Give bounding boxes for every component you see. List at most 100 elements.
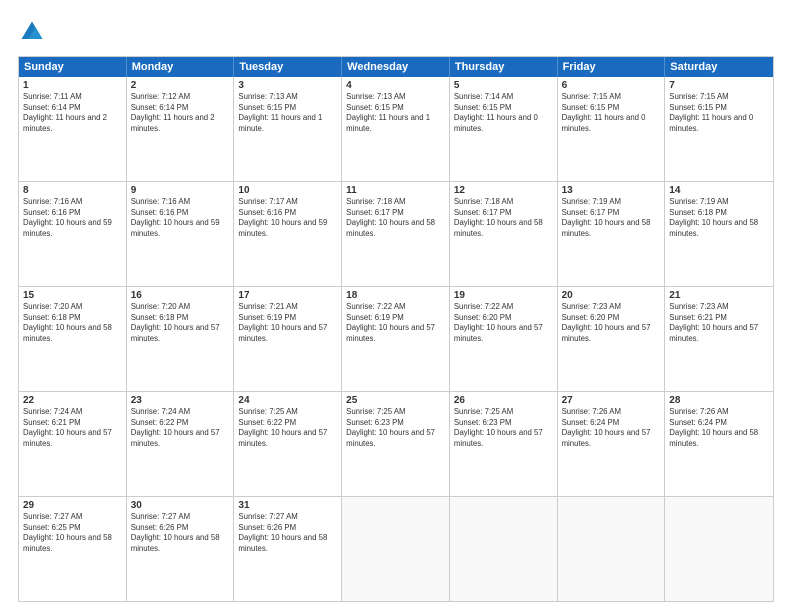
header-day-friday: Friday	[558, 57, 666, 77]
calendar-cell: 28Sunrise: 7:26 AMSunset: 6:24 PMDayligh…	[665, 392, 773, 496]
calendar-cell	[450, 497, 558, 601]
day-number: 2	[131, 80, 230, 91]
calendar-cell: 7Sunrise: 7:15 AMSunset: 6:15 PMDaylight…	[665, 77, 773, 181]
day-details: Sunrise: 7:25 AMSunset: 6:23 PMDaylight:…	[454, 407, 553, 449]
day-number: 1	[23, 80, 122, 91]
calendar-cell: 20Sunrise: 7:23 AMSunset: 6:20 PMDayligh…	[558, 287, 666, 391]
calendar-cell: 16Sunrise: 7:20 AMSunset: 6:18 PMDayligh…	[127, 287, 235, 391]
day-details: Sunrise: 7:16 AMSunset: 6:16 PMDaylight:…	[23, 197, 122, 239]
day-number: 26	[454, 395, 553, 406]
calendar-row-1: 1Sunrise: 7:11 AMSunset: 6:14 PMDaylight…	[19, 77, 773, 181]
day-details: Sunrise: 7:22 AMSunset: 6:19 PMDaylight:…	[346, 302, 445, 344]
day-number: 13	[562, 185, 661, 196]
calendar-cell: 25Sunrise: 7:25 AMSunset: 6:23 PMDayligh…	[342, 392, 450, 496]
day-number: 18	[346, 290, 445, 301]
day-number: 12	[454, 185, 553, 196]
calendar-cell: 22Sunrise: 7:24 AMSunset: 6:21 PMDayligh…	[19, 392, 127, 496]
header-day-saturday: Saturday	[665, 57, 773, 77]
calendar-cell: 1Sunrise: 7:11 AMSunset: 6:14 PMDaylight…	[19, 77, 127, 181]
day-details: Sunrise: 7:25 AMSunset: 6:23 PMDaylight:…	[346, 407, 445, 449]
day-details: Sunrise: 7:18 AMSunset: 6:17 PMDaylight:…	[346, 197, 445, 239]
calendar-cell: 4Sunrise: 7:13 AMSunset: 6:15 PMDaylight…	[342, 77, 450, 181]
day-details: Sunrise: 7:12 AMSunset: 6:14 PMDaylight:…	[131, 92, 230, 134]
day-details: Sunrise: 7:20 AMSunset: 6:18 PMDaylight:…	[23, 302, 122, 344]
day-details: Sunrise: 7:14 AMSunset: 6:15 PMDaylight:…	[454, 92, 553, 134]
calendar-cell: 13Sunrise: 7:19 AMSunset: 6:17 PMDayligh…	[558, 182, 666, 286]
calendar-cell: 11Sunrise: 7:18 AMSunset: 6:17 PMDayligh…	[342, 182, 450, 286]
day-number: 31	[238, 500, 337, 511]
day-details: Sunrise: 7:15 AMSunset: 6:15 PMDaylight:…	[562, 92, 661, 134]
calendar-cell: 14Sunrise: 7:19 AMSunset: 6:18 PMDayligh…	[665, 182, 773, 286]
day-details: Sunrise: 7:15 AMSunset: 6:15 PMDaylight:…	[669, 92, 769, 134]
day-number: 27	[562, 395, 661, 406]
day-number: 6	[562, 80, 661, 91]
calendar-cell: 24Sunrise: 7:25 AMSunset: 6:22 PMDayligh…	[234, 392, 342, 496]
calendar-body: 1Sunrise: 7:11 AMSunset: 6:14 PMDaylight…	[19, 77, 773, 601]
calendar-cell: 23Sunrise: 7:24 AMSunset: 6:22 PMDayligh…	[127, 392, 235, 496]
day-number: 24	[238, 395, 337, 406]
calendar-cell: 2Sunrise: 7:12 AMSunset: 6:14 PMDaylight…	[127, 77, 235, 181]
day-number: 22	[23, 395, 122, 406]
day-number: 29	[23, 500, 122, 511]
page: SundayMondayTuesdayWednesdayThursdayFrid…	[0, 0, 792, 612]
day-details: Sunrise: 7:17 AMSunset: 6:16 PMDaylight:…	[238, 197, 337, 239]
calendar-cell: 18Sunrise: 7:22 AMSunset: 6:19 PMDayligh…	[342, 287, 450, 391]
calendar-cell	[558, 497, 666, 601]
header-day-wednesday: Wednesday	[342, 57, 450, 77]
day-details: Sunrise: 7:18 AMSunset: 6:17 PMDaylight:…	[454, 197, 553, 239]
calendar-cell: 8Sunrise: 7:16 AMSunset: 6:16 PMDaylight…	[19, 182, 127, 286]
day-number: 11	[346, 185, 445, 196]
calendar-cell	[342, 497, 450, 601]
header-day-tuesday: Tuesday	[234, 57, 342, 77]
calendar-cell: 26Sunrise: 7:25 AMSunset: 6:23 PMDayligh…	[450, 392, 558, 496]
header-day-thursday: Thursday	[450, 57, 558, 77]
calendar-cell: 29Sunrise: 7:27 AMSunset: 6:25 PMDayligh…	[19, 497, 127, 601]
day-number: 30	[131, 500, 230, 511]
calendar-cell: 27Sunrise: 7:26 AMSunset: 6:24 PMDayligh…	[558, 392, 666, 496]
day-details: Sunrise: 7:26 AMSunset: 6:24 PMDaylight:…	[562, 407, 661, 449]
day-number: 16	[131, 290, 230, 301]
calendar-cell: 9Sunrise: 7:16 AMSunset: 6:16 PMDaylight…	[127, 182, 235, 286]
day-details: Sunrise: 7:21 AMSunset: 6:19 PMDaylight:…	[238, 302, 337, 344]
calendar-cell: 21Sunrise: 7:23 AMSunset: 6:21 PMDayligh…	[665, 287, 773, 391]
day-number: 20	[562, 290, 661, 301]
day-details: Sunrise: 7:23 AMSunset: 6:21 PMDaylight:…	[669, 302, 769, 344]
day-number: 17	[238, 290, 337, 301]
day-details: Sunrise: 7:24 AMSunset: 6:21 PMDaylight:…	[23, 407, 122, 449]
calendar-cell: 3Sunrise: 7:13 AMSunset: 6:15 PMDaylight…	[234, 77, 342, 181]
day-details: Sunrise: 7:27 AMSunset: 6:26 PMDaylight:…	[131, 512, 230, 554]
day-number: 5	[454, 80, 553, 91]
calendar: SundayMondayTuesdayWednesdayThursdayFrid…	[18, 56, 774, 602]
calendar-cell: 5Sunrise: 7:14 AMSunset: 6:15 PMDaylight…	[450, 77, 558, 181]
day-number: 21	[669, 290, 769, 301]
calendar-cell: 31Sunrise: 7:27 AMSunset: 6:26 PMDayligh…	[234, 497, 342, 601]
calendar-row-5: 29Sunrise: 7:27 AMSunset: 6:25 PMDayligh…	[19, 496, 773, 601]
calendar-row-4: 22Sunrise: 7:24 AMSunset: 6:21 PMDayligh…	[19, 391, 773, 496]
day-number: 7	[669, 80, 769, 91]
day-details: Sunrise: 7:13 AMSunset: 6:15 PMDaylight:…	[346, 92, 445, 134]
header-day-sunday: Sunday	[19, 57, 127, 77]
day-details: Sunrise: 7:25 AMSunset: 6:22 PMDaylight:…	[238, 407, 337, 449]
day-number: 4	[346, 80, 445, 91]
day-details: Sunrise: 7:11 AMSunset: 6:14 PMDaylight:…	[23, 92, 122, 134]
day-number: 25	[346, 395, 445, 406]
calendar-cell: 30Sunrise: 7:27 AMSunset: 6:26 PMDayligh…	[127, 497, 235, 601]
day-details: Sunrise: 7:23 AMSunset: 6:20 PMDaylight:…	[562, 302, 661, 344]
day-number: 23	[131, 395, 230, 406]
day-number: 19	[454, 290, 553, 301]
calendar-cell: 6Sunrise: 7:15 AMSunset: 6:15 PMDaylight…	[558, 77, 666, 181]
calendar-row-2: 8Sunrise: 7:16 AMSunset: 6:16 PMDaylight…	[19, 181, 773, 286]
day-details: Sunrise: 7:27 AMSunset: 6:26 PMDaylight:…	[238, 512, 337, 554]
calendar-cell: 15Sunrise: 7:20 AMSunset: 6:18 PMDayligh…	[19, 287, 127, 391]
day-number: 3	[238, 80, 337, 91]
calendar-row-3: 15Sunrise: 7:20 AMSunset: 6:18 PMDayligh…	[19, 286, 773, 391]
calendar-cell: 12Sunrise: 7:18 AMSunset: 6:17 PMDayligh…	[450, 182, 558, 286]
calendar-cell: 19Sunrise: 7:22 AMSunset: 6:20 PMDayligh…	[450, 287, 558, 391]
calendar-cell: 10Sunrise: 7:17 AMSunset: 6:16 PMDayligh…	[234, 182, 342, 286]
day-details: Sunrise: 7:20 AMSunset: 6:18 PMDaylight:…	[131, 302, 230, 344]
header-day-monday: Monday	[127, 57, 235, 77]
calendar-cell: 17Sunrise: 7:21 AMSunset: 6:19 PMDayligh…	[234, 287, 342, 391]
header	[18, 18, 774, 46]
calendar-cell	[665, 497, 773, 601]
day-number: 9	[131, 185, 230, 196]
